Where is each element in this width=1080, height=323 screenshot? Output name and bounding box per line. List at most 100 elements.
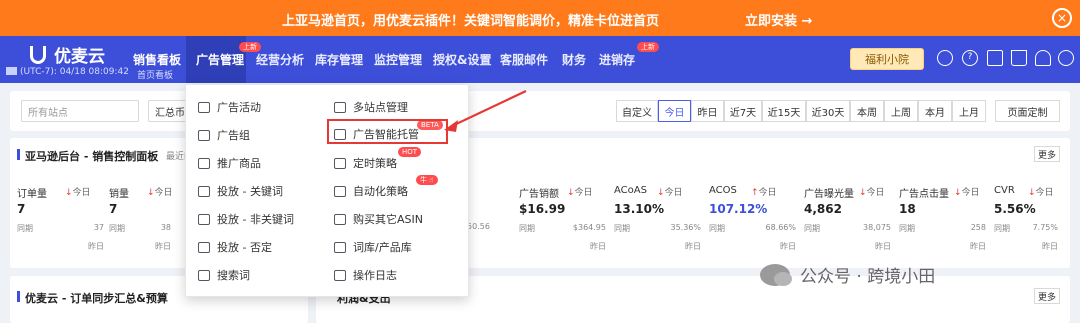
menu-targeting-keywords[interactable]: 投放 - 关键词 — [198, 183, 283, 199]
new-tag: 牛 ☝ — [416, 175, 438, 185]
more-button[interactable]: 更多 — [1034, 146, 1060, 162]
metric-prev-label: 同期 — [109, 224, 125, 233]
close-icon[interactable]: × — [1052, 8, 1072, 28]
down-arrow-icon: ↓ — [65, 188, 73, 198]
range-last-week[interactable]: 上周 — [884, 100, 918, 122]
nav-ads[interactable]: 广告管理 — [196, 51, 244, 68]
nav-analysis[interactable]: 经营分析 — [256, 51, 304, 68]
range-15d[interactable]: 近15天 — [762, 100, 806, 122]
range-custom[interactable]: 自定义 — [616, 100, 658, 122]
bell-icon[interactable] — [1035, 50, 1051, 66]
metric-period: 今日 — [72, 188, 91, 198]
menu-search-terms[interactable]: 搜索词 — [198, 267, 250, 283]
metric-change: ↑今日 — [751, 185, 777, 198]
metric-card-ad-sales[interactable]: 广告销额 ↓今日 $16.99 同期 $364.95 昨日 — [519, 181, 614, 253]
metric-label: 广告点击量 — [899, 189, 949, 200]
menu-multi-site[interactable]: 多站点管理 — [334, 99, 408, 115]
range-30d[interactable]: 近30天 — [806, 100, 850, 122]
metric-card-impressions[interactable]: 广告曝光量 ↓今日 4,862 同期 38,075 昨日 — [804, 181, 899, 253]
us-flag-icon — [6, 67, 17, 75]
metric-change: ↓今日 — [657, 185, 683, 198]
range-7d[interactable]: 近7天 — [724, 100, 762, 122]
range-today[interactable]: 今日 — [658, 100, 691, 122]
brand-logo[interactable]: 优麦云 — [30, 42, 105, 67]
metric-card-cvr[interactable]: CVR ↓今日 5.56% 同期 7.75% 昨日 — [994, 181, 1066, 253]
clock-text: (UTC-7): 04/18 08:09:42 — [20, 67, 129, 77]
menu-ad-groups[interactable]: 广告组 — [198, 127, 250, 143]
nav-erp-new-tag: 上新 — [637, 42, 659, 52]
user-icon[interactable] — [1058, 50, 1074, 66]
cart-icon[interactable] — [1011, 50, 1027, 66]
page-customize-button[interactable]: 页面定制 — [995, 100, 1060, 122]
menu-other-asin[interactable]: 购买其它ASIN — [334, 211, 423, 227]
automation-icon — [334, 185, 346, 197]
range-this-week[interactable]: 本周 — [850, 100, 884, 122]
campaign-icon — [198, 101, 210, 113]
nav-monitor[interactable]: 监控管理 — [374, 51, 422, 68]
dashboard-title: 亚马逊后台 - 销售控制面板 — [17, 148, 158, 164]
watermark-text: 公众号 · 跨境小田 — [800, 267, 936, 287]
nav-support-mail[interactable]: 客服邮件 — [500, 51, 548, 68]
metric-value: 5.56% — [994, 202, 1036, 216]
metric-card-acoas[interactable]: ACoAS ↓今日 13.10% 同期 35.36% 昨日 — [614, 181, 709, 253]
metric-card-orders[interactable]: 订单量 ↓今日 7 同期 37 昨日 — [17, 181, 112, 253]
nav-inventory[interactable]: 库存管理 — [315, 51, 363, 68]
metric-value: 18 — [899, 202, 916, 216]
metric-prev-label: 同期 — [709, 224, 725, 233]
menu-word-library[interactable]: 词库/产品库 — [334, 239, 412, 255]
more-button-bottom[interactable]: 更多 — [1034, 288, 1060, 304]
metric-yesterday: 昨日 — [685, 242, 701, 251]
metric-change: ↓今日 — [954, 185, 980, 198]
metric-value: 107.12% — [709, 202, 768, 216]
range-this-month[interactable]: 本月 — [918, 100, 952, 122]
nav-auth-settings[interactable]: 授权&设置 — [433, 51, 491, 68]
menu-operation-log[interactable]: 操作日志 — [334, 267, 397, 283]
nav-sales-board[interactable]: 销售看板 — [133, 51, 181, 68]
partial-prev-value: 50.56 — [467, 222, 490, 231]
annotation-arrow — [444, 90, 527, 132]
shop-icon[interactable] — [987, 50, 1003, 66]
menu-targeting-non-keywords[interactable]: 投放 - 非关键词 — [198, 211, 294, 227]
menu-automation-strategy[interactable]: 自动化策略 — [334, 183, 408, 199]
menu-label: 词库/产品库 — [353, 241, 412, 254]
welfare-button[interactable]: 福利小院 — [850, 48, 924, 70]
range-yesterday[interactable]: 昨日 — [691, 100, 724, 122]
metric-card-units[interactable]: 销量 ↓今日 7 同期 38 昨日 — [109, 181, 179, 253]
metric-prev-value: 258 — [970, 223, 986, 232]
metric-prev-label: 同期 — [804, 224, 820, 233]
nav-finance[interactable]: 财务 — [562, 51, 586, 68]
metric-card-acos[interactable]: ACOS ↑今日 107.12% 同期 68.66% 昨日 — [709, 181, 804, 253]
cart-icon — [334, 213, 346, 225]
site-select[interactable]: 所有站点 — [21, 100, 139, 122]
currency-select[interactable]: 汇总币 — [148, 100, 188, 122]
range-last-month[interactable]: 上月 — [952, 100, 986, 122]
headset-icon[interactable] — [937, 50, 953, 66]
menu-schedule-strategy[interactable]: 定时策略 — [334, 155, 397, 171]
menu-label: 自动化策略 — [353, 185, 408, 198]
metric-label: ACOS — [709, 185, 737, 196]
arrow-shaft — [451, 90, 527, 127]
metric-prev-label: 同期 — [994, 224, 1010, 233]
log-icon — [334, 269, 346, 281]
help-icon[interactable]: ? — [962, 50, 978, 66]
menu-label: 搜索词 — [217, 269, 250, 282]
banner-message: 上亚马逊首页，用优麦云插件！关键词智能调价，精准卡位进首页 — [282, 14, 660, 29]
nav-erp[interactable]: 进销存 — [599, 51, 635, 68]
metric-label: 订单量 — [17, 189, 47, 200]
product-icon — [198, 157, 210, 169]
menu-targeting-negative[interactable]: 投放 - 否定 — [198, 239, 272, 255]
promo-banner[interactable]: 上亚马逊首页，用优麦云插件！关键词智能调价，精准卡位进首页 立即安装 → × — [0, 0, 1080, 36]
down-arrow-icon: ↓ — [954, 188, 962, 198]
ads-dropdown-menu: 广告活动 广告组 推广商品 投放 - 关键词 投放 - 非关键词 投放 - 否定… — [185, 84, 469, 297]
brand-name: 优麦云 — [54, 47, 105, 67]
install-link[interactable]: 立即安装 → — [745, 10, 812, 29]
site-clock: (UTC-7): 04/18 08:09:42 — [6, 67, 129, 77]
metric-prev-value: 37 — [93, 223, 104, 232]
metric-value: 7 — [17, 202, 26, 216]
menu-label: 定时策略 — [353, 157, 397, 170]
menu-promoted-products[interactable]: 推广商品 — [198, 155, 261, 171]
metric-prev-label: 同期 — [519, 224, 535, 233]
metric-change: ↓今日 — [147, 185, 173, 198]
metric-card-clicks[interactable]: 广告点击量 ↓今日 18 同期 258 昨日 — [899, 181, 994, 253]
menu-campaigns[interactable]: 广告活动 — [198, 99, 261, 115]
